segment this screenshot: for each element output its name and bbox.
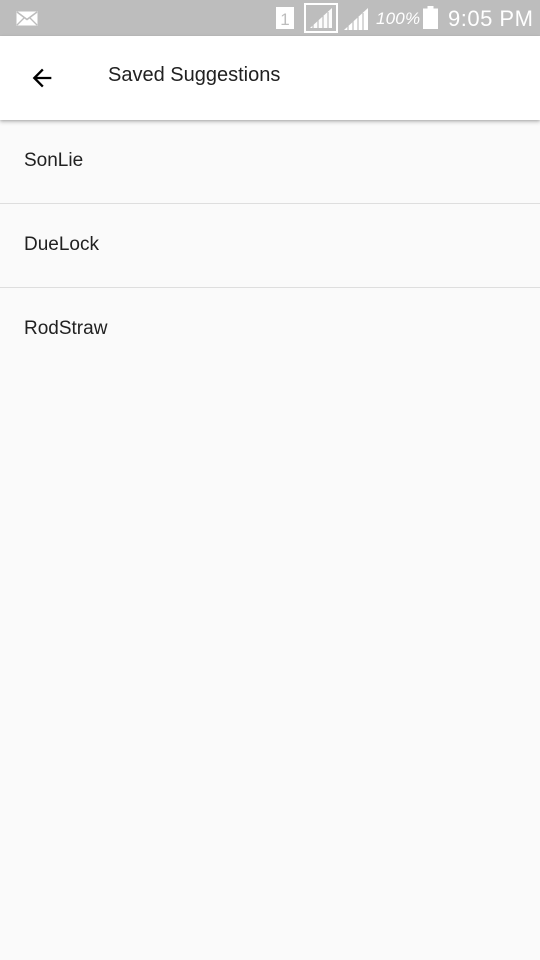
app-bar: Saved Suggestions [0, 36, 540, 120]
mail-icon [16, 11, 38, 26]
battery-percentage: 100% [376, 9, 421, 28]
list-item[interactable]: DueLock [0, 204, 540, 288]
clock: 9:05 PM [448, 6, 534, 31]
list-item-label: SonLie [24, 150, 84, 171]
signal-icon [304, 3, 338, 33]
screen: 1 100% 9:05 PM Saved Suggestions SonLie [0, 0, 540, 960]
battery-icon [423, 6, 438, 29]
sim-icon: 1 [276, 7, 294, 29]
list-item-label: RodStraw [24, 318, 108, 339]
svg-text:1: 1 [280, 10, 289, 29]
arrow-back-icon [32, 68, 52, 88]
status-bar: 1 100% 9:05 PM [0, 0, 540, 36]
list-item-label: DueLock [24, 234, 99, 255]
signal-icon [344, 8, 368, 30]
page-title: Saved Suggestions [108, 64, 281, 86]
list-item[interactable]: SonLie [0, 120, 540, 204]
saved-suggestions-list: SonLie DueLock RodStraw [0, 120, 540, 371]
back-button[interactable] [14, 50, 70, 106]
list-item[interactable]: RodStraw [0, 288, 540, 371]
